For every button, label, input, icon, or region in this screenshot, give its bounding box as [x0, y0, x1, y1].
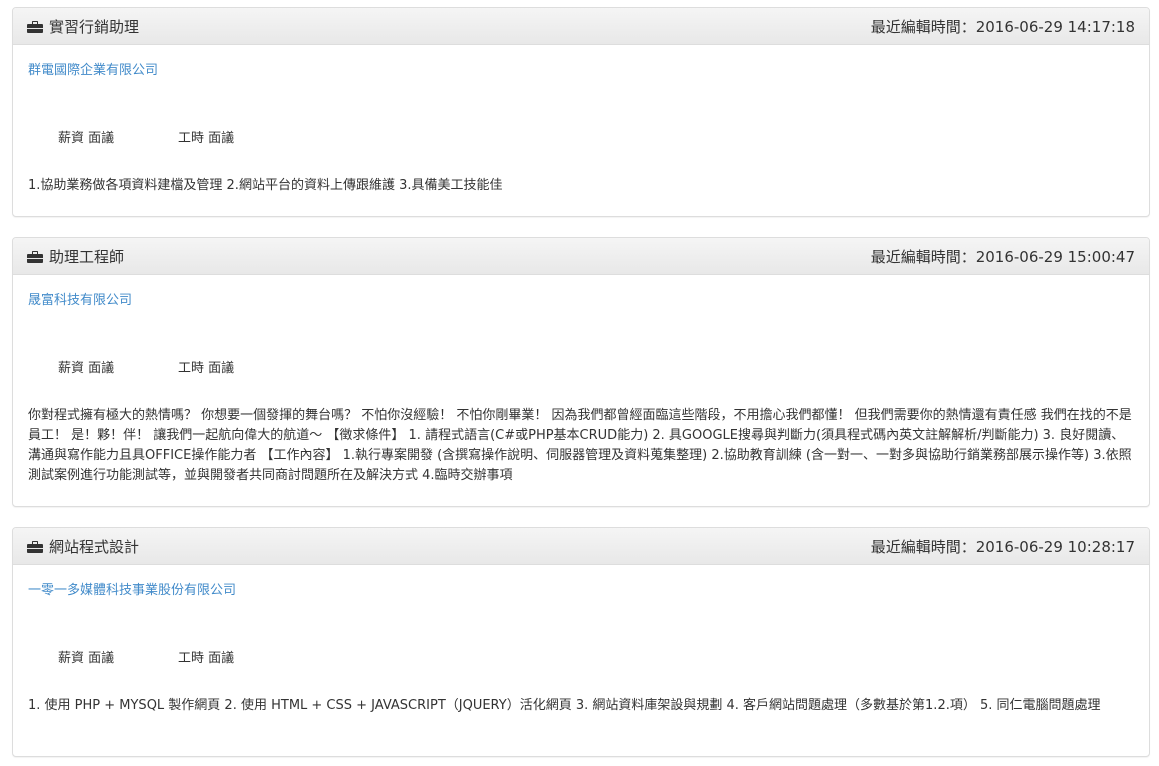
job-meta: 薪資 面議 工時 面議: [28, 647, 1134, 666]
job-description: 你對程式擁有極大的熱情嗎？ 你想要一個發揮的舞台嗎？ 不怕你沒經驗！ 不怕你剛畢…: [28, 408, 1132, 483]
job-panel-heading: 實習行銷助理 最近編輯時間：2016-06-29 14:17:18: [13, 8, 1149, 45]
company-link[interactable]: 一零一多媒體科技事業股份有限公司: [28, 579, 236, 598]
job-description: 1.協助業務做各項資料建檔及管理 2.網站平台的資料上傳跟維護 3.具備美工技能…: [28, 178, 503, 193]
job-panel-body: 一零一多媒體科技事業股份有限公司 薪資 面議 工時 面議 1. 使用 PHP +…: [13, 565, 1149, 716]
job-title: 網站程式設計: [49, 537, 140, 556]
job-title-wrap: 網站程式設計: [27, 536, 139, 557]
job-panel: 助理工程師 最近編輯時間：2016-06-29 15:00:47 晟富科技有限公…: [12, 237, 1150, 507]
briefcase-icon: [27, 540, 43, 553]
job-title: 助理工程師: [49, 247, 125, 266]
job-panel: 網站程式設計 最近編輯時間：2016-06-29 10:28:17 一零一多媒體…: [12, 527, 1150, 757]
company-link[interactable]: 晟富科技有限公司: [28, 289, 132, 308]
job-meta: 薪資 面議 工時 面議: [28, 357, 1134, 376]
salary-info: 薪資 面議: [58, 651, 115, 666]
job-panel-heading: 助理工程師 最近編輯時間：2016-06-29 15:00:47: [13, 238, 1149, 275]
job-description: 1. 使用 PHP + MYSQL 製作網頁 2. 使用 HTML + CSS …: [28, 698, 1101, 713]
salary-info: 薪資 面議: [58, 131, 115, 146]
job-title: 實習行銷助理: [49, 17, 140, 36]
job-meta: 薪資 面議 工時 面議: [28, 127, 1134, 146]
work-hours-info: 工時 面議: [178, 651, 235, 666]
last-edited-time: 最近編輯時間：2016-06-29 14:17:18: [870, 17, 1135, 36]
company-link[interactable]: 群電國際企業有限公司: [28, 59, 158, 78]
job-title-wrap: 助理工程師: [27, 246, 124, 267]
job-panel-heading: 網站程式設計 最近編輯時間：2016-06-29 10:28:17: [13, 528, 1149, 565]
last-edited-time: 最近編輯時間：2016-06-29 15:00:47: [870, 247, 1135, 266]
salary-info: 薪資 面議: [58, 361, 115, 376]
work-hours-info: 工時 面議: [178, 361, 235, 376]
job-panel-body: 晟富科技有限公司 薪資 面議 工時 面議 你對程式擁有極大的熱情嗎？ 你想要一個…: [13, 275, 1149, 486]
job-panel-body: 群電國際企業有限公司 薪資 面議 工時 面議 1.協助業務做各項資料建檔及管理 …: [13, 45, 1149, 196]
job-title-wrap: 實習行銷助理: [27, 16, 139, 37]
job-panel: 實習行銷助理 最近編輯時間：2016-06-29 14:17:18 群電國際企業…: [12, 7, 1150, 217]
briefcase-icon: [27, 250, 43, 263]
work-hours-info: 工時 面議: [178, 131, 235, 146]
briefcase-icon: [27, 20, 43, 33]
last-edited-time: 最近編輯時間：2016-06-29 10:28:17: [870, 537, 1135, 556]
